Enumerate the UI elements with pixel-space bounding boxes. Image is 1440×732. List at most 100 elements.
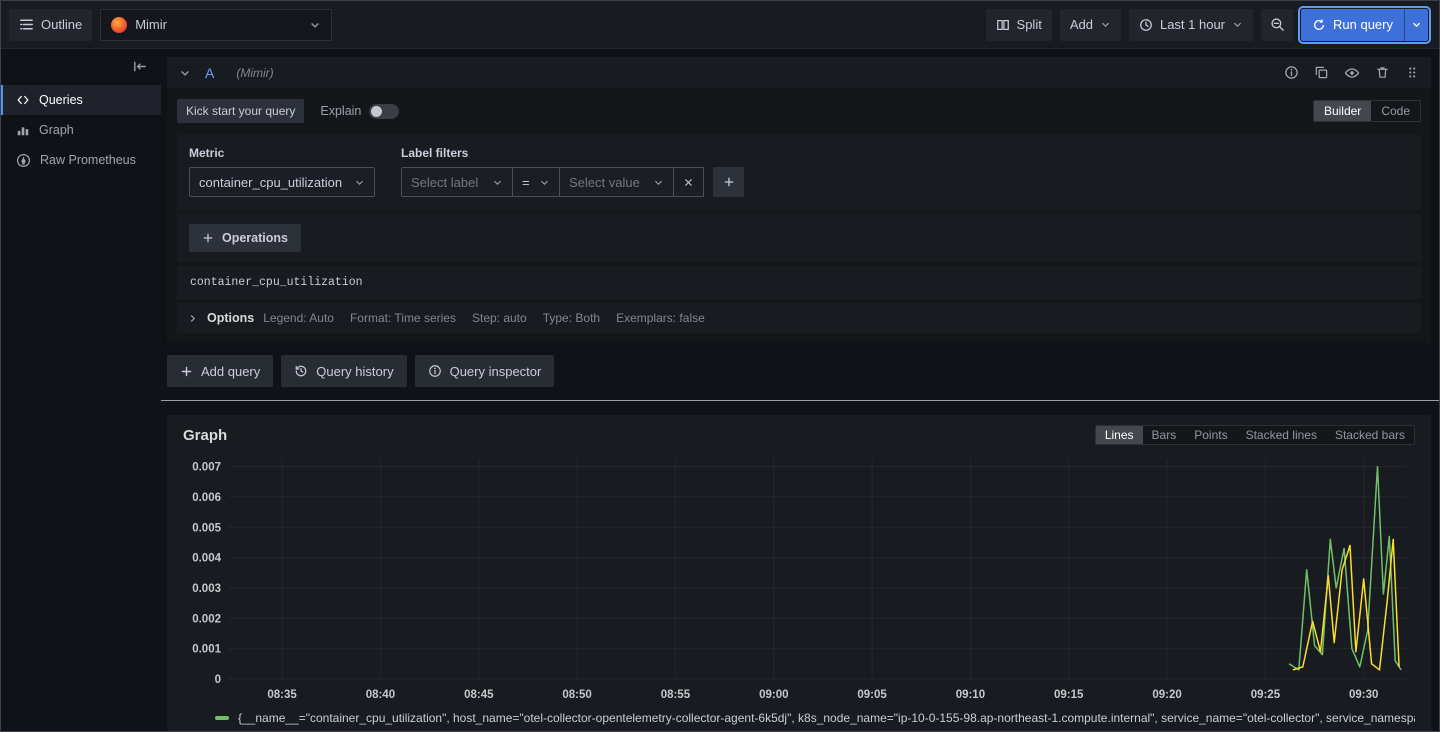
info-circle-icon — [428, 364, 442, 378]
svg-text:0.004: 0.004 — [192, 553, 221, 565]
add-filter-button[interactable] — [713, 167, 744, 197]
query-history-button[interactable]: Query history — [281, 355, 407, 387]
code-mode-button[interactable]: Code — [1371, 101, 1420, 121]
history-icon — [294, 364, 308, 378]
explore-outline-sidebar: Queries Graph Raw Prometheus — [1, 49, 161, 731]
time-range-label: Last 1 hour — [1159, 17, 1226, 32]
plus-icon — [180, 365, 193, 378]
label-select[interactable]: Select label — [401, 167, 513, 197]
svg-text:0.005: 0.005 — [192, 522, 221, 534]
query-history-label: Query history — [316, 363, 394, 379]
query-editor-body: Kick start your query Explain Builder Co… — [167, 88, 1431, 343]
sidebar-item-raw-prometheus[interactable]: Raw Prometheus — [1, 145, 161, 175]
explain-label: Explain — [320, 104, 362, 118]
mimir-logo-icon — [111, 16, 128, 33]
builder-mode-button[interactable]: Builder — [1313, 101, 1372, 121]
metric-select[interactable]: container_cpu_utilization — [189, 167, 375, 197]
sidebar-item-label: Raw Prometheus — [40, 153, 136, 167]
legend-item[interactable]: {__name__="container_cpu_utilization", h… — [215, 728, 1415, 731]
query-help-icon[interactable] — [1284, 65, 1299, 80]
svg-text:09:15: 09:15 — [1054, 689, 1084, 701]
graph-style-bars[interactable]: Bars — [1143, 426, 1186, 444]
chevron-down-icon — [539, 177, 550, 188]
query-ref-id[interactable]: A — [205, 65, 214, 81]
time-range-picker[interactable]: Last 1 hour — [1128, 8, 1254, 41]
chevron-down-icon — [354, 177, 365, 188]
collapse-query-chevron-icon[interactable] — [179, 67, 191, 79]
label-filter-row: Select label = Select value — [401, 167, 744, 197]
add-query-button[interactable]: Add query — [167, 355, 274, 387]
datasource-name: Mimir — [135, 17, 167, 32]
split-button[interactable]: Split — [985, 8, 1052, 41]
graph-canvas[interactable]: 0 0.001 0.002 0.003 0.004 0.005 0.006 0.007 08:3… — [183, 449, 1415, 705]
svg-text:0.002: 0.002 — [192, 613, 221, 625]
svg-text:09:25: 09:25 — [1251, 689, 1281, 701]
legend-item[interactable]: {__name__="container_cpu_utilization", h… — [215, 707, 1415, 728]
query-inspector-button[interactable]: Query inspector — [414, 355, 555, 387]
add-dropdown-button[interactable]: Add — [1059, 8, 1121, 41]
graph-style-points[interactable]: Points — [1185, 426, 1236, 444]
options-summary: Legend: Auto Format: Time series Step: a… — [263, 311, 705, 325]
query-footer-actions: Add query Query history Query inspector — [167, 355, 1431, 387]
svg-text:09:30: 09:30 — [1349, 689, 1378, 701]
sidebar-item-graph[interactable]: Graph — [1, 115, 161, 145]
metric-field: Metric container_cpu_utilization — [189, 146, 375, 197]
options-format: Format: Time series — [349, 311, 456, 325]
datasource-picker[interactable]: Mimir — [100, 8, 333, 41]
hide-response-eye-icon[interactable] — [1344, 65, 1360, 81]
top-toolbar: Outline Mimir Split Add Last 1 hour Run … — [1, 1, 1439, 49]
clock-icon — [1139, 18, 1153, 32]
svg-text:08:45: 08:45 — [464, 689, 494, 701]
svg-text:09:20: 09:20 — [1152, 689, 1181, 701]
outline-icon — [19, 17, 34, 32]
graph-style-stacked-lines[interactable]: Stacked lines — [1237, 426, 1326, 444]
remove-filter-button[interactable] — [673, 167, 704, 197]
query-row-actions — [1284, 65, 1419, 81]
remove-query-trash-icon[interactable] — [1375, 65, 1390, 80]
close-icon — [683, 177, 694, 188]
chevron-down-icon — [1411, 19, 1422, 30]
series-color-marker — [215, 715, 229, 720]
collapse-left-icon — [132, 59, 147, 74]
prometheus-icon — [16, 153, 31, 168]
sidebar-item-queries[interactable]: Queries — [1, 85, 161, 115]
svg-text:09:00: 09:00 — [759, 689, 788, 701]
code-icon — [16, 93, 30, 107]
outline-toggle-button[interactable]: Outline — [9, 8, 93, 41]
graph-style-lines[interactable]: Lines — [1095, 426, 1143, 444]
run-query-button[interactable]: Run query — [1301, 8, 1404, 41]
add-operation-button[interactable]: Operations — [189, 224, 301, 252]
value-select[interactable]: Select value — [559, 167, 674, 197]
pane-resize-handle[interactable] — [161, 400, 1439, 401]
options-legend: Legend: Auto — [263, 311, 334, 325]
label-select-placeholder: Select label — [411, 174, 479, 190]
query-options-row: Options Legend: Auto Format: Time series… — [177, 303, 1421, 333]
run-query-dropdown-button[interactable] — [1404, 8, 1428, 41]
graph-legend: {__name__="container_cpu_utilization", h… — [183, 707, 1415, 731]
zoom-out-button[interactable] — [1261, 8, 1294, 41]
query-row-header: A (Mimir) — [167, 57, 1431, 88]
split-icon — [996, 18, 1010, 32]
drag-handle-icon[interactable] — [1405, 65, 1419, 80]
chevron-down-icon — [1100, 19, 1111, 30]
operator-select[interactable]: = — [512, 167, 560, 197]
explain-toggle[interactable] — [369, 103, 400, 119]
plus-icon — [723, 176, 735, 188]
plus-icon — [202, 232, 214, 244]
query-inspector-label: Query inspector — [449, 363, 542, 379]
options-type: Type: Both — [542, 311, 601, 325]
label-filters-label: Label filters — [401, 146, 469, 160]
collapse-sidebar-button[interactable] — [130, 57, 149, 79]
kick-start-query-button[interactable]: Kick start your query — [177, 99, 305, 123]
query-builder-section: Metric container_cpu_utilization Label f… — [177, 135, 1421, 210]
graph-panel-header: Graph Lines Bars Points Stacked lines St… — [183, 425, 1415, 445]
chevron-right-icon[interactable] — [187, 313, 198, 324]
outline-nav: Queries Graph Raw Prometheus — [1, 85, 161, 175]
add-query-label: Add query — [201, 363, 261, 379]
zoom-out-icon — [1270, 17, 1285, 32]
svg-text:08:50: 08:50 — [562, 689, 591, 701]
graph-style-stacked-bars[interactable]: Stacked bars — [1326, 426, 1414, 444]
svg-text:08:40: 08:40 — [366, 689, 395, 701]
duplicate-query-icon[interactable] — [1314, 65, 1329, 80]
options-toggle[interactable]: Options — [207, 311, 254, 325]
